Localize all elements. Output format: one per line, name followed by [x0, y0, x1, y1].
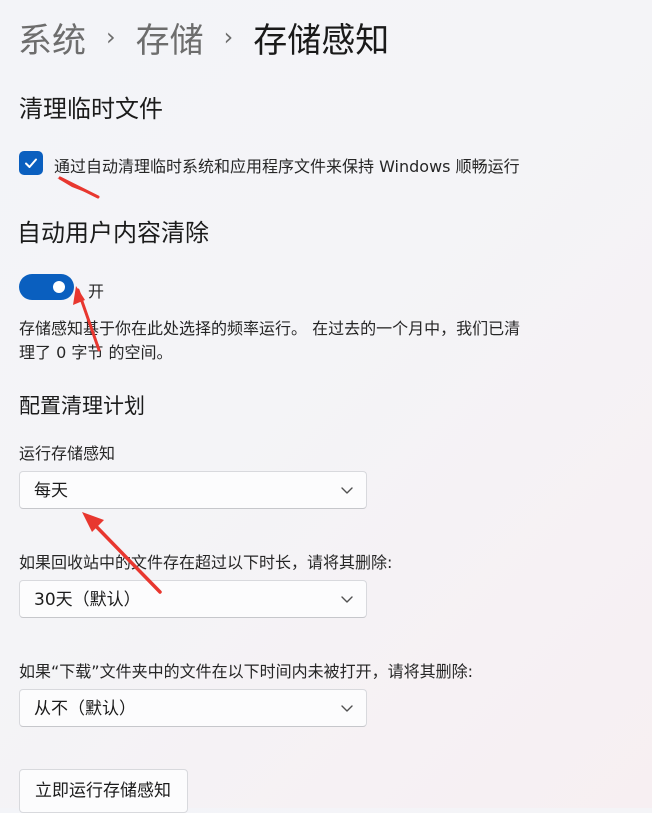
- chevron-down-icon: [341, 596, 353, 603]
- page-title: 存储感知: [253, 20, 390, 61]
- chevron-down-icon: [341, 705, 353, 712]
- run-frequency-dropdown[interactable]: 每天: [19, 471, 367, 509]
- run-storage-sense-label: 运行存储感知: [19, 444, 116, 463]
- breadcrumb-storage[interactable]: 存储: [136, 13, 204, 62]
- storage-sense-description-cont: 理了 0 字节 的空间。: [19, 343, 173, 362]
- breadcrumb-separator-icon: ›: [223, 23, 234, 51]
- storage-sense-description: 存储感知基于你在此处选择的频率运行。 在过去的一个月中，我们已清: [19, 319, 521, 338]
- run-now-button-label: 立即运行存储感知: [35, 781, 171, 801]
- temp-files-checkbox[interactable]: [19, 151, 43, 175]
- temp-files-title: 清理临时文件: [19, 95, 163, 123]
- recycle-bin-dropdown[interactable]: 30天（默认）: [19, 580, 367, 618]
- breadcrumb-system[interactable]: 系统: [18, 13, 86, 62]
- auto-cleanup-title: 自动用户内容清除: [17, 219, 209, 247]
- toggle-knob: [53, 281, 65, 293]
- recycle-bin-label: 如果回收站中的文件存在超过以下时长，请将其删除:: [19, 553, 393, 572]
- check-icon: [25, 158, 37, 168]
- downloads-value: 从不（默认）: [34, 699, 136, 719]
- run-frequency-value: 每天: [34, 481, 68, 501]
- breadcrumb: 系统 › 存储 › 存储感知: [18, 12, 389, 62]
- schedule-title: 配置清理计划: [19, 394, 145, 418]
- run-storage-sense-now-button[interactable]: 立即运行存储感知: [19, 769, 188, 813]
- recycle-bin-value: 30天（默认）: [34, 590, 141, 610]
- downloads-dropdown[interactable]: 从不（默认）: [19, 689, 367, 727]
- temp-files-checkbox-label[interactable]: 通过自动清理临时系统和应用程序文件来保持 Windows 顺畅运行: [54, 153, 520, 177]
- toggle-state-label: 开: [88, 282, 105, 301]
- annotation-arrow-icon: [57, 176, 100, 199]
- breadcrumb-separator-icon: ›: [106, 23, 116, 51]
- storage-sense-toggle[interactable]: [19, 274, 74, 300]
- downloads-label: 如果“下载”文件夹中的文件在以下时间内未被打开，请将其删除:: [19, 662, 473, 681]
- chevron-down-icon: [341, 487, 353, 494]
